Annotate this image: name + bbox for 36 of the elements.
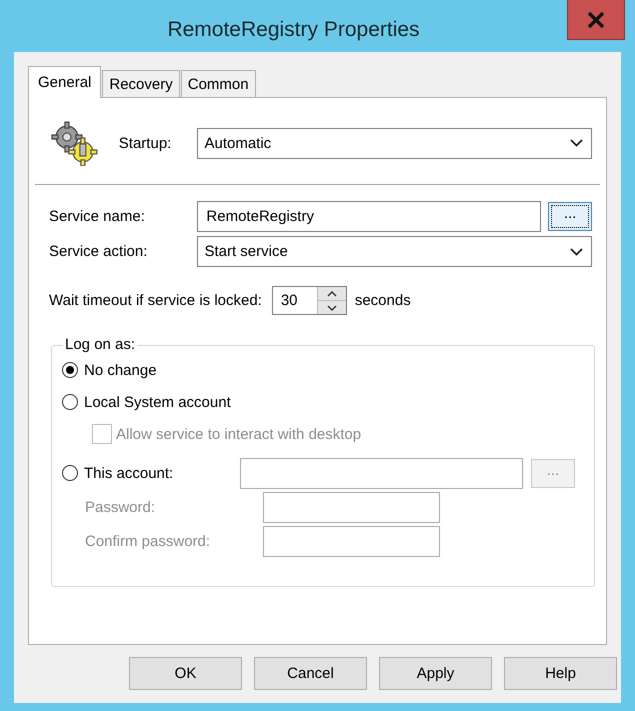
group-title: Log on as: [63, 336, 138, 354]
service-action-dropdown[interactable]: Start service [197, 236, 592, 267]
account-field[interactable] [240, 458, 523, 488]
service-name-field[interactable]: RemoteRegistry [197, 201, 542, 232]
startup-label: Startup: [118, 134, 172, 152]
gears-icon [49, 120, 99, 166]
tab[interactable]: Recovery [102, 70, 180, 97]
tab[interactable]: General [28, 66, 102, 98]
radio-label: No change [84, 362, 157, 378]
password-label: Password: [85, 498, 156, 516]
spin-down-icon[interactable] [326, 304, 337, 310]
radio-button[interactable] [62, 465, 78, 481]
checkbox-label: Allow service to interact with desktop [116, 426, 362, 442]
startup-dropdown[interactable]: Automatic [197, 128, 592, 158]
radio-label: This account: [84, 464, 174, 482]
tab[interactable]: Common [180, 70, 256, 97]
dialog-button[interactable]: Apply [379, 657, 492, 690]
confirm-password-field[interactable] [263, 526, 440, 556]
password-field[interactable] [263, 492, 440, 522]
dialog-button[interactable]: Cancel [254, 657, 367, 690]
radio-button[interactable] [62, 362, 78, 378]
spin-up-icon[interactable] [326, 290, 337, 296]
confirm-password-label: Confirm password: [85, 532, 210, 550]
timeout-spinner[interactable]: 30 [272, 286, 347, 315]
close-button[interactable] [567, 0, 625, 40]
browse-button[interactable]: ... [548, 202, 592, 231]
wait-timeout-label: Wait timeout if service is locked: [49, 292, 262, 309]
radio-button[interactable] [62, 394, 78, 410]
close-icon [587, 12, 605, 28]
seconds-label: seconds [354, 292, 411, 309]
service-action-label: Service action: [49, 243, 148, 260]
dialog-button[interactable]: Help [504, 657, 617, 690]
service-name-label: Service name: [49, 208, 146, 225]
radio-label: Local System account [84, 394, 231, 410]
dialog-button[interactable]: OK [129, 657, 242, 690]
window-title: RemoteRegistry Properties [166, 17, 421, 42]
